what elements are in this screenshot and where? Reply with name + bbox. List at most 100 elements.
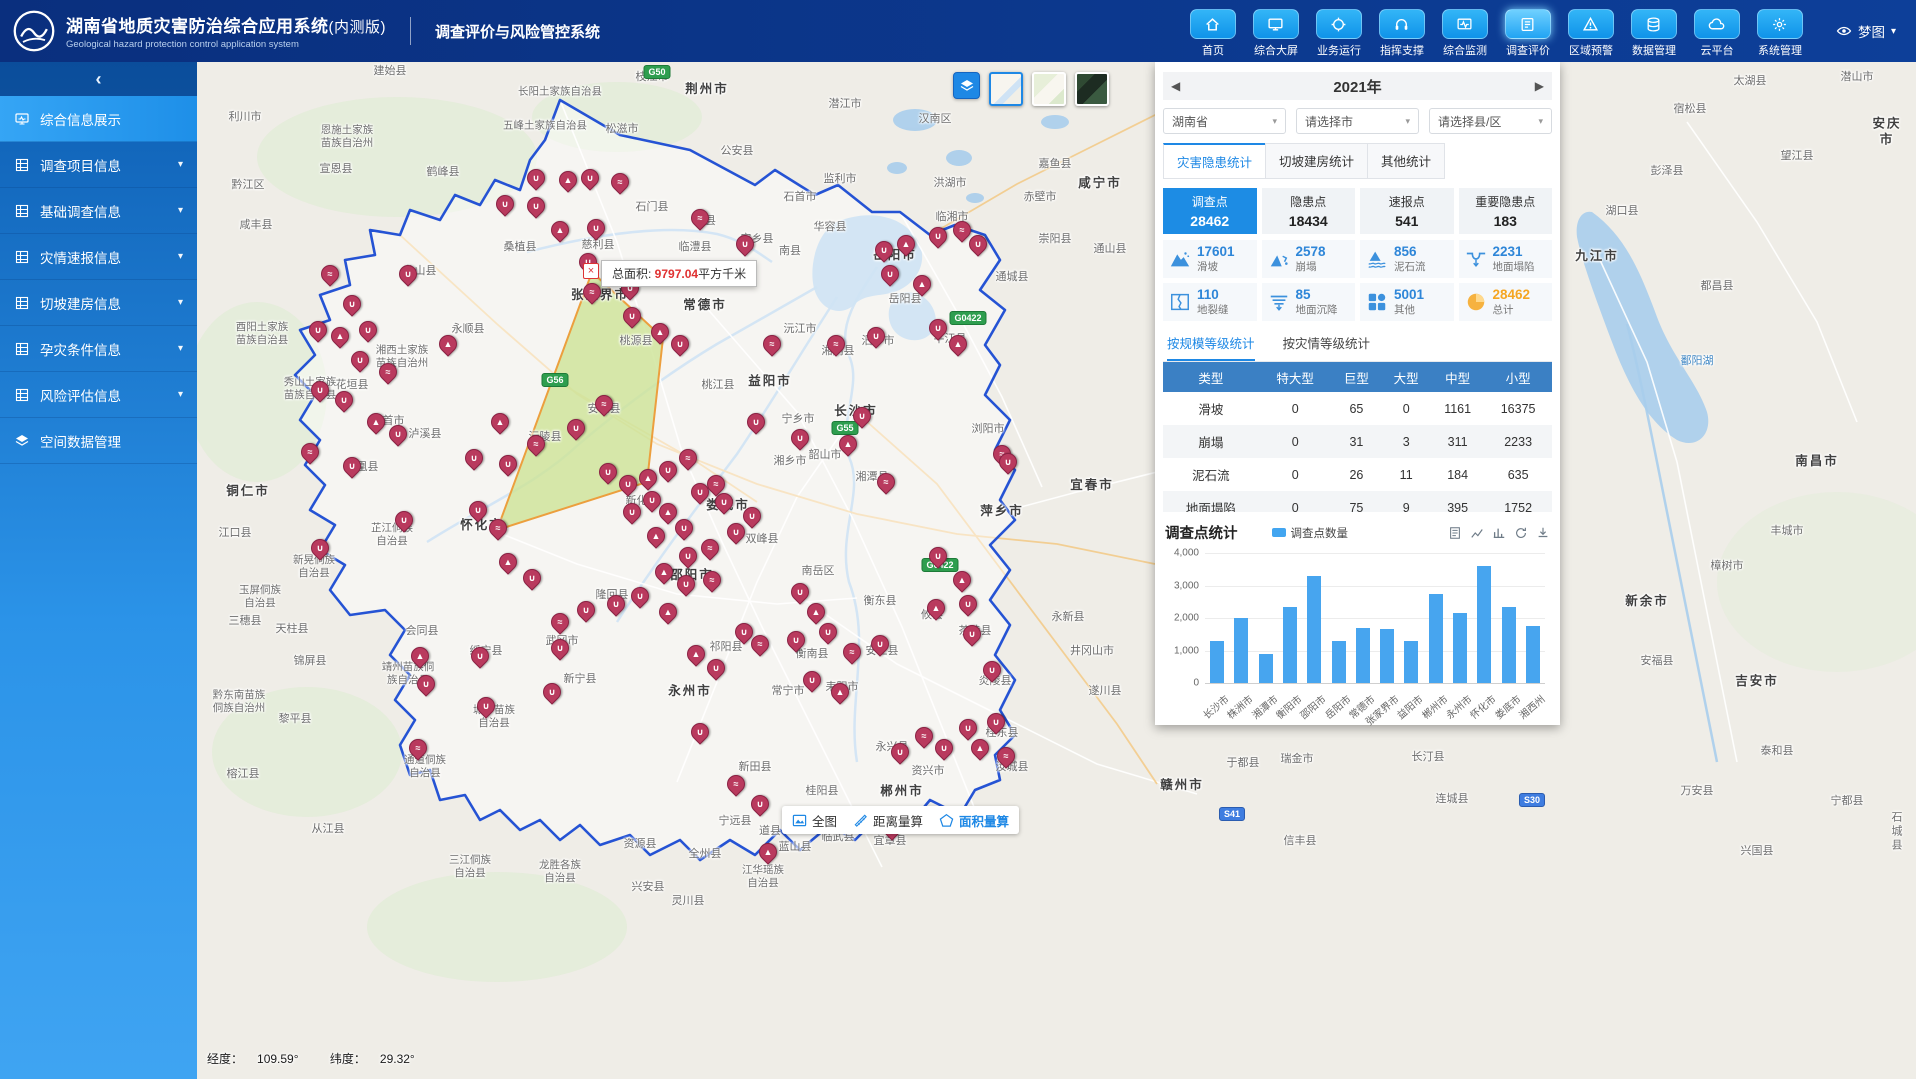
sidebar-item-basic-survey[interactable]: 基础调查信息▾ <box>0 188 197 234</box>
layers-icon <box>14 433 30 449</box>
sidebar-collapse-button[interactable]: ‹ <box>0 62 197 96</box>
nav-item-big-screen[interactable]: 综合大屏 <box>1248 9 1304 58</box>
stat-card-survey-points[interactable]: 调查点28462 <box>1163 188 1257 234</box>
measure-tooltip-label: 总面积: <box>612 267 655 281</box>
table-cell: 0 <box>1381 392 1431 425</box>
stat-card-important-points[interactable]: 重要隐患点183 <box>1459 188 1553 234</box>
type-stat-label: 泥石流 <box>1394 262 1426 273</box>
stat-card-value: 541 <box>1395 213 1418 229</box>
chevron-down-icon: ▾ <box>1272 116 1277 127</box>
y-axis-tick-label: 2,000 <box>1167 613 1199 624</box>
download-icon[interactable] <box>1536 526 1550 540</box>
grid-icon <box>14 341 30 357</box>
nav-item-command[interactable]: 指挥支撑 <box>1374 9 1430 58</box>
user-name: 梦图 <box>1858 21 1885 41</box>
table-header-cell: 特大型 <box>1259 362 1332 392</box>
table-cell: 0 <box>1259 392 1332 425</box>
type-stat-subsidence[interactable]: 85地面沉降 <box>1262 283 1356 321</box>
map-basemap <box>197 62 1916 1079</box>
select-value: 湖南省 <box>1172 113 1208 130</box>
nav-item-data[interactable]: 数据管理 <box>1626 9 1682 58</box>
sidebar-item-slope-housing[interactable]: 切坡建房信息▾ <box>0 280 197 326</box>
sidebar-item-hazard-condition[interactable]: 孕灾条件信息▾ <box>0 326 197 372</box>
table-cell: 184 <box>1431 458 1484 491</box>
map-canvas[interactable]: 利川市建始县恩施土家族 苗族自治州鹤峰县宣恩县咸丰县黔江区长阳土家族自治县五峰土… <box>197 62 1916 1079</box>
tab-other-stats[interactable]: 其他统计 <box>1367 143 1445 179</box>
sidebar-item-spatial-data[interactable]: 空间数据管理 <box>0 418 197 464</box>
nav-item-cloud[interactable]: 云平台 <box>1689 9 1745 58</box>
type-stat-other[interactable]: 5001其他 <box>1360 283 1454 321</box>
longitude-value: 109.59° <box>257 1052 299 1066</box>
survey-icon <box>1505 9 1551 39</box>
region-select-province[interactable]: 湖南省 ▾ <box>1163 108 1286 134</box>
stat-card-report-points[interactable]: 速报点541 <box>1360 188 1454 234</box>
table-header-cell: 小型 <box>1484 362 1552 392</box>
type-stat-landslide[interactable]: 17601滑坡 <box>1163 240 1257 278</box>
table-cell: 26 <box>1332 458 1382 491</box>
tab-by-scale[interactable]: 按规模等级统计 <box>1167 333 1255 361</box>
basemap-vector-thumbnail[interactable] <box>989 72 1023 106</box>
sidebar-item-risk-assess[interactable]: 风险评估信息▾ <box>0 372 197 418</box>
table-cell: 31 <box>1332 425 1382 458</box>
sidebar-item-label: 调查项目信息 <box>40 155 121 175</box>
prev-year-button[interactable]: ◀ <box>1171 79 1180 93</box>
type-stat-debris-flow[interactable]: 856泥石流 <box>1360 240 1454 278</box>
table-cell: 635 <box>1484 458 1552 491</box>
region-select-county[interactable]: 请选择县/区▾ <box>1429 108 1552 134</box>
area-measure-button[interactable]: 面积量算 <box>939 811 1009 830</box>
measure-close-icon[interactable]: × <box>583 263 599 279</box>
ruler-icon <box>853 813 868 828</box>
chart-toolbox <box>1448 526 1550 540</box>
layers-button[interactable] <box>953 72 980 99</box>
tab-hazard-stats[interactable]: 灾害隐患统计 <box>1163 143 1266 179</box>
distance-measure-button[interactable]: 距离量算 <box>853 811 923 830</box>
line-chart-icon[interactable] <box>1470 526 1484 540</box>
chevron-down-icon: ▾ <box>178 389 183 400</box>
basemap-terrain-thumbnail[interactable] <box>1032 72 1066 106</box>
type-stat-ground-crack[interactable]: 110地裂缝 <box>1163 283 1257 321</box>
nav-item-home[interactable]: 首页 <box>1185 9 1241 58</box>
full-extent-button[interactable]: 全图 <box>792 811 837 830</box>
region-select-city[interactable]: 请选择市▾ <box>1296 108 1419 134</box>
table-row: 泥石流02611184635 <box>1163 458 1552 491</box>
next-year-button[interactable]: ▶ <box>1535 79 1544 93</box>
nav-item-system[interactable]: 系统管理 <box>1752 9 1808 58</box>
tool-label: 全图 <box>812 811 837 830</box>
scale-table-scroll[interactable]: 类型特大型巨型大型中型小型滑坡0650116116375崩塌0313311223… <box>1163 362 1552 512</box>
header-nav: 首页综合大屏业务运行指挥支撑综合监测调查评价区域预警数据管理云平台系统管理 <box>1185 4 1808 58</box>
nav-item-warning[interactable]: 区域预警 <box>1563 9 1619 58</box>
tab-by-severity[interactable]: 按灾情等级统计 <box>1283 333 1371 361</box>
basemap-satellite-thumbnail[interactable] <box>1075 72 1109 106</box>
nav-item-label: 云平台 <box>1689 42 1745 58</box>
chart-bar <box>1307 576 1321 683</box>
type-stat-total[interactable]: 28462总计 <box>1459 283 1553 321</box>
y-axis-tick-label: 4,000 <box>1167 548 1199 559</box>
data-view-icon[interactable] <box>1448 526 1462 540</box>
type-stat-ground-collapse[interactable]: 2231地面塌陷 <box>1459 240 1553 278</box>
sidebar-item-overview[interactable]: 综合信息展示 <box>0 96 197 142</box>
nav-item-business[interactable]: 业务运行 <box>1311 9 1367 58</box>
table-header-cell: 巨型 <box>1332 362 1382 392</box>
debris-flow-icon <box>1366 248 1388 270</box>
nav-item-survey[interactable]: 调查评价 <box>1500 9 1556 58</box>
type-stat-value: 110 <box>1197 288 1229 302</box>
layers-icon <box>959 78 975 94</box>
sidebar-item-disaster-report[interactable]: 灾情速报信息▾ <box>0 234 197 280</box>
chart-title: 调查点统计 <box>1165 522 1238 543</box>
bar-chart-icon[interactable] <box>1492 526 1506 540</box>
system-name: 调查评价与风险管控系统 <box>435 21 600 42</box>
table-header-cell: 大型 <box>1381 362 1431 392</box>
type-stat-collapse[interactable]: 2578崩塌 <box>1262 240 1356 278</box>
grid-icon <box>14 295 30 311</box>
select-value: 请选择市 <box>1305 113 1353 130</box>
tab-slope-stats[interactable]: 切坡建房统计 <box>1265 143 1368 179</box>
chevron-down-icon: ▾ <box>1891 26 1896 37</box>
nav-item-monitoring[interactable]: 综合监测 <box>1437 9 1493 58</box>
stat-card-hazard-points[interactable]: 隐患点18434 <box>1262 188 1356 234</box>
user-menu[interactable]: 梦图 ▾ <box>1836 21 1896 41</box>
type-stat-value: 17601 <box>1197 245 1235 259</box>
app-logo-icon <box>12 9 56 53</box>
restore-icon[interactable] <box>1514 526 1528 540</box>
sidebar-item-project-info[interactable]: 调查项目信息▾ <box>0 142 197 188</box>
subsidence-icon <box>1268 291 1290 313</box>
